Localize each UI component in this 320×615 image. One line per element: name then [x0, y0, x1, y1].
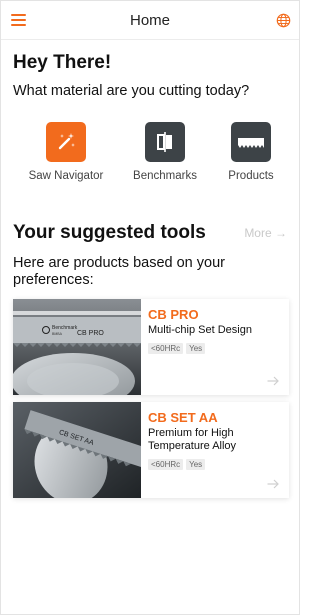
product-image-label: CB PRO [77, 330, 104, 337]
feature-tag: Yes [186, 459, 206, 470]
product-name: CB PRO [148, 307, 199, 322]
arrow-right-icon: → [275, 226, 287, 240]
brand-text: Benchmark [52, 325, 78, 331]
product-image: CB SET AA [13, 402, 141, 498]
svg-text:BMBA: BMBA [52, 332, 63, 336]
product-image: Benchmark BMBA CB PRO [13, 299, 141, 395]
suggested-subtitle: Here are products based on your preferen… [13, 255, 225, 288]
product-tags: <60HRc Yes [148, 459, 206, 470]
magic-wand-icon [46, 122, 86, 162]
arrow-right-icon[interactable] [267, 376, 279, 386]
arrow-right-icon[interactable] [267, 479, 279, 489]
product-description: Multi-chip Set Design [148, 324, 252, 336]
product-tags: <60HRc Yes [148, 343, 206, 354]
saw-blade-icon [231, 122, 271, 162]
product-card-cb-pro[interactable]: Benchmark BMBA CB PRO CB PRO Multi-chip … [13, 299, 289, 395]
more-label: More [244, 226, 272, 240]
product-name: CB SET AA [148, 410, 218, 425]
saw-navigator-button[interactable]: Saw Navigator [21, 122, 111, 182]
benchmarks-label: Benchmarks [133, 170, 197, 182]
saw-navigator-label: Saw Navigator [28, 170, 104, 182]
feature-tag: Yes [186, 343, 206, 354]
hardness-tag: <60HRc [148, 343, 184, 354]
page-title: Home [129, 12, 170, 29]
products-label: Products [228, 170, 274, 182]
greeting-title: Hey There! [13, 52, 112, 73]
greeting-question: What material are you cutting today? [13, 83, 250, 99]
product-description: Premium for High Temperature Alloy [148, 427, 237, 452]
product-card-cb-set-aa[interactable]: CB SET AA CB SET AA Premium for High Tem… [13, 402, 289, 498]
globe-icon[interactable] [276, 13, 291, 28]
products-button[interactable]: Products [206, 122, 296, 182]
benchmarks-button[interactable]: Benchmarks [120, 122, 210, 182]
top-bar: Home [1, 1, 299, 40]
compare-icon [145, 122, 185, 162]
more-link[interactable]: More → [244, 226, 287, 240]
hardness-tag: <60HRc [148, 459, 184, 470]
suggested-title: Your suggested tools [13, 222, 206, 243]
